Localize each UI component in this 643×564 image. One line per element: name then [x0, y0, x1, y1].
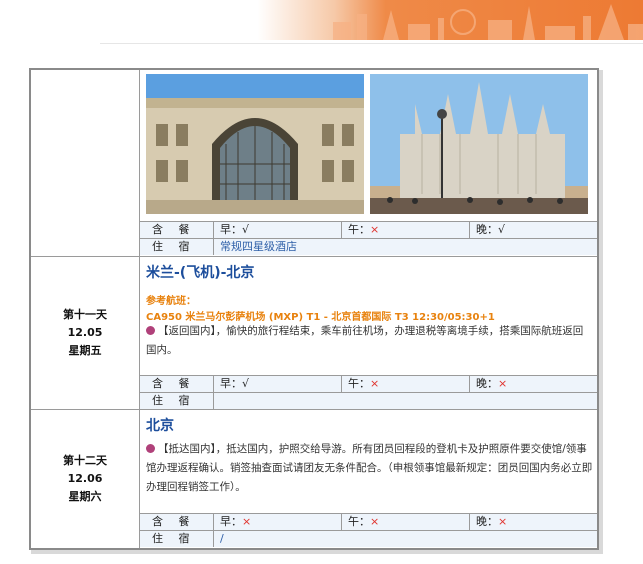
day-content: 含 餐 早：√ 午：× 晚：√ 住 宿 常规四星级酒店 [140, 70, 597, 256]
flight-info: CA950 米兰马尔彭萨机场 (MXP) T1 - 北京首都国际 T3 12:3… [146, 312, 495, 323]
header-rule [100, 43, 643, 44]
hotel-value [213, 393, 597, 409]
hotel-label: 住 宿 [152, 240, 196, 253]
day-content: 北京 【抵达国内】，抵达国内，护照交给导游。所有团员回程段的登机卡及护照原件要交… [140, 409, 597, 548]
no-meal-icon: × [370, 377, 380, 390]
itinerary-table: 含 餐 早：√ 午：× 晚：√ 住 宿 常规四星级酒店 第十一天 12.05 星… [29, 68, 599, 550]
day-description: 【抵达国内】，抵达国内，护照交给导游。所有团员回程段的登机卡及护照原件要交使馆/… [146, 443, 593, 493]
meal-row: 含 餐 早：√ 午：× 晚：√ [140, 221, 597, 238]
cathedral-photo [370, 74, 588, 214]
breakfast-cell: 早：√ [213, 222, 341, 238]
day-row-12: 第十二天 12.06 星期六 北京 【抵达国内】，抵达国内，护照交给导游。所有团… [31, 409, 597, 548]
hotel-row: 住 宿 / [140, 530, 597, 547]
hotel-label: 住 宿 [152, 394, 196, 407]
bullet-icon [146, 326, 155, 335]
bullet-icon [146, 444, 155, 453]
day-column [31, 70, 140, 256]
day-row-previous: 含 餐 早：√ 午：× 晚：√ 住 宿 常规四星级酒店 [31, 70, 597, 257]
meal-label: 含 餐 [152, 515, 196, 528]
galleria-photo [146, 74, 364, 214]
lunch-cell: 午：× [341, 514, 469, 530]
meal-row: 含 餐 早：√ 午：× 晚：× [140, 375, 597, 392]
day-number: 第十二天 [63, 453, 107, 467]
no-meal-icon: × [498, 377, 508, 390]
hotel-label: 住 宿 [152, 532, 196, 545]
no-meal-icon: × [370, 515, 380, 528]
dinner-cell: 晚：√ [469, 222, 597, 238]
day-date: 12.05 [67, 325, 103, 339]
day-title: 米兰-(飞机)-北京 [146, 265, 255, 281]
no-meal-icon: × [370, 223, 380, 236]
day-content: 米兰-(飞机)-北京 参考航班： CA950 米兰马尔彭萨机场 (MXP) T1… [140, 256, 597, 409]
day-description: 【返回国内】，愉快的旅行程结束，乘车前往机场，办理退税等离境手续，搭乘国际航班返… [146, 325, 584, 356]
day-weekday: 星期五 [68, 343, 102, 357]
lunch-cell: 午：× [341, 376, 469, 392]
header-banner [0, 0, 643, 40]
day-weekday: 星期六 [68, 489, 102, 503]
meal-label: 含 餐 [152, 223, 196, 236]
breakfast-cell: 早：× [213, 514, 341, 530]
lunch-cell: 午：× [341, 222, 469, 238]
hotel-row: 住 宿 常规四星级酒店 [140, 238, 597, 255]
breakfast-cell: 早：√ [213, 376, 341, 392]
day-date: 12.06 [67, 471, 103, 485]
meal-row: 含 餐 早：× 午：× 晚：× [140, 513, 597, 530]
day-column: 第十二天 12.06 星期六 [31, 409, 140, 548]
dinner-cell: 晚：× [469, 376, 597, 392]
day-row-11: 第十一天 12.05 星期五 米兰-(飞机)-北京 参考航班： CA950 米兰… [31, 256, 597, 410]
dinner-cell: 晚：× [469, 514, 597, 530]
meal-label: 含 餐 [152, 377, 196, 390]
hotel-row: 住 宿 [140, 392, 597, 409]
no-meal-icon: × [242, 515, 252, 528]
day-column: 第十一天 12.05 星期五 [31, 256, 140, 409]
day-title: 北京 [146, 418, 174, 434]
hotel-value: / [213, 531, 597, 547]
no-meal-icon: × [498, 515, 508, 528]
city-skyline-decoration [333, 4, 643, 40]
flight-label: 参考航班： [146, 296, 196, 307]
day-number: 第十一天 [63, 307, 107, 321]
hotel-value: 常规四星级酒店 [213, 239, 597, 255]
